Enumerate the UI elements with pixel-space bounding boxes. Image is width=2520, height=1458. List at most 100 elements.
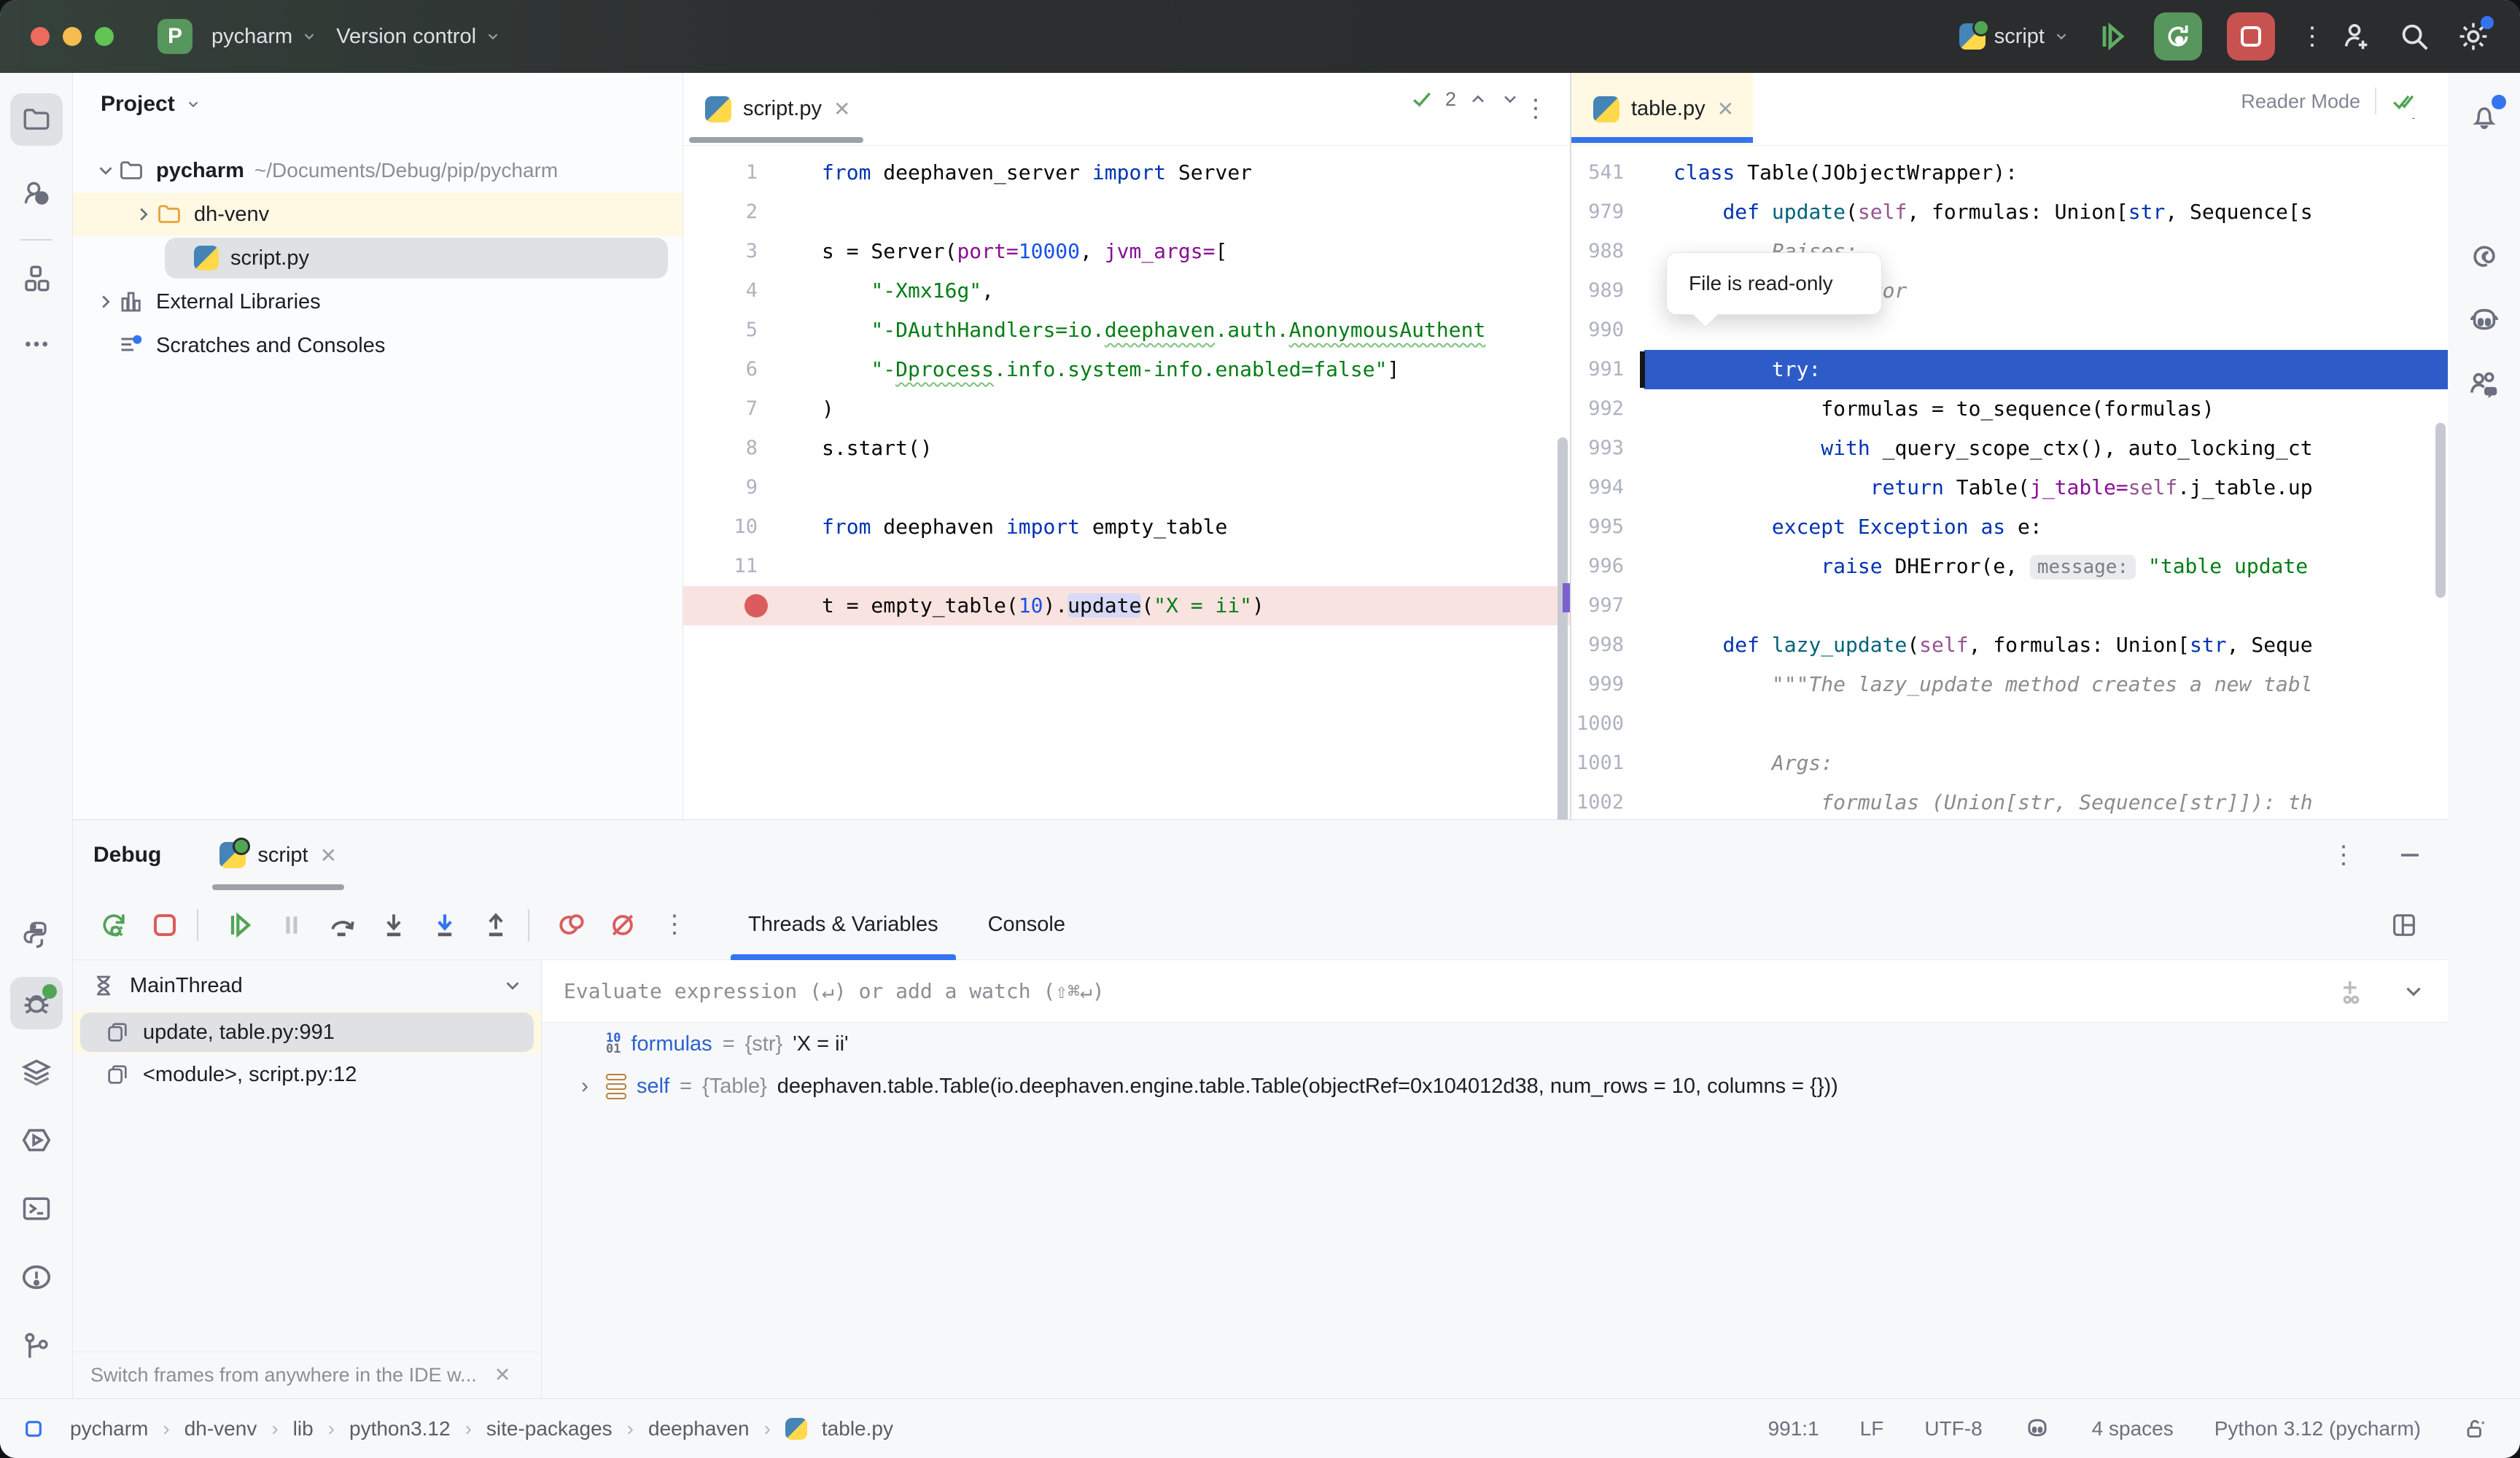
line-number[interactable]: 997 <box>1571 586 1644 625</box>
maximize-window-button[interactable] <box>95 27 114 46</box>
force-step-into-button[interactable] <box>424 905 465 946</box>
evaluate-expression-input[interactable]: Evaluate expression (↵) or add a watch (… <box>542 960 2448 1023</box>
tab-script-py[interactable]: script.py ✕ <box>683 73 869 146</box>
breadcrumb-item[interactable]: deephaven <box>648 1417 750 1441</box>
breadcrumb-item[interactable]: table.py <box>822 1417 893 1441</box>
chevron-down-icon[interactable] <box>2401 979 2426 1004</box>
line-number[interactable]: 1001 <box>1571 744 1644 783</box>
close-session-icon[interactable]: ✕ <box>320 843 337 868</box>
line-number[interactable]: 1 <box>683 153 793 192</box>
more-tools-button[interactable] <box>10 318 63 370</box>
line-number[interactable]: 3 <box>683 232 793 271</box>
expand-chevron-icon[interactable]: › <box>574 1074 596 1099</box>
tree-chevron-icon[interactable] <box>131 203 156 225</box>
line-number[interactable]: 541 <box>1571 153 1644 192</box>
breadcrumb-item[interactable]: lib <box>293 1417 314 1441</box>
breakpoint-icon[interactable] <box>744 594 768 617</box>
pause-program-button[interactable] <box>271 905 312 946</box>
editor-options-menu[interactable]: ⋮ <box>1523 102 1548 116</box>
code-line[interactable]: 10from deephaven import empty_table <box>683 507 1570 547</box>
line-number[interactable]: 996 <box>1571 547 1644 586</box>
code-line[interactable]: 997 <box>1571 586 2448 625</box>
close-tab-icon[interactable]: ✕ <box>833 97 850 121</box>
scrollbar-thumb[interactable] <box>2435 423 2446 598</box>
code-line[interactable]: 6 "-Dprocess.info.system-info.enabled=fa… <box>683 350 1570 389</box>
close-banner-icon[interactable]: ✕ <box>494 1364 511 1387</box>
mute-breakpoints-button[interactable] <box>602 905 643 946</box>
line-number[interactable]: 8 <box>683 429 793 468</box>
readonly-lock-icon[interactable] <box>2462 1416 2488 1442</box>
line-number[interactable]: 7 <box>683 389 793 429</box>
code-line[interactable]: 9 <box>683 468 1570 507</box>
python-console-tool-button[interactable] <box>10 908 63 961</box>
step-over-button[interactable] <box>322 905 363 946</box>
resume-program-button[interactable] <box>220 905 261 946</box>
line-number[interactable]: 979 <box>1571 192 1644 232</box>
line-number[interactable]: 5 <box>683 311 793 350</box>
line-number[interactable]: 4 <box>683 271 793 311</box>
code-line[interactable]: 5 "-DAuthHandlers=io.deephaven.auth.Anon… <box>683 311 1570 350</box>
line-number[interactable]: 994 <box>1571 468 1644 507</box>
line-number[interactable]: 992 <box>1571 389 1644 429</box>
version-control-menu[interactable]: Version control <box>336 25 501 49</box>
problems-tool-button[interactable] <box>10 1251 63 1303</box>
close-tab-icon[interactable]: ✕ <box>1717 97 1734 121</box>
scrollbar-thumb[interactable] <box>1558 437 1568 846</box>
project-tree-row[interactable]: Scratches and Consoles <box>73 324 682 367</box>
code-line[interactable]: 11 <box>683 547 1570 586</box>
file-encoding[interactable]: UTF-8 <box>1924 1417 1982 1441</box>
line-number[interactable]: 999 <box>1571 665 1644 704</box>
stack-frame-row[interactable]: update, table.py:991 <box>73 1011 541 1053</box>
code-line[interactable]: 1002 formulas (Union[str, Sequence[str]]… <box>1571 783 2448 819</box>
more-actions-menu[interactable]: ⋮ <box>2300 30 2314 44</box>
services-tool-button[interactable] <box>10 1045 63 1098</box>
debug-session-tab[interactable]: script ✕ <box>212 820 344 890</box>
stop-debug-button[interactable] <box>144 905 185 946</box>
add-watch-icon[interactable] <box>2338 976 2369 1007</box>
view-breakpoints-button[interactable] <box>551 905 592 946</box>
variable-row[interactable]: 1001formulas = {str}'X = ii' <box>542 1023 2448 1065</box>
line-number[interactable]: 990 <box>1571 311 1644 350</box>
line-number[interactable]: 1000 <box>1571 704 1644 744</box>
learn-tool-button[interactable]: ? <box>10 168 63 220</box>
resume-program-button[interactable] <box>2094 19 2129 54</box>
copilot-status-icon[interactable] <box>2023 1415 2051 1443</box>
step-out-button[interactable] <box>475 905 516 946</box>
code-line[interactable]: 8s.start() <box>683 429 1570 468</box>
code-line[interactable]: 998 def lazy_update(self, formulas: Unio… <box>1571 625 2448 665</box>
code-line[interactable]: 1001 Args: <box>1571 744 2448 783</box>
prev-problem-icon[interactable] <box>1468 89 1488 109</box>
code-line[interactable]: 541class Table(JObjectWrapper): <box>1571 153 2448 192</box>
breadcrumb-item[interactable]: site-packages <box>486 1417 612 1441</box>
code-line[interactable]: 1from deephaven_server import Server <box>683 153 1570 192</box>
stop-button[interactable] <box>2227 12 2275 61</box>
tree-chevron-icon[interactable] <box>93 291 118 313</box>
close-window-button[interactable] <box>31 27 50 46</box>
line-number[interactable]: 998 <box>1571 625 1644 665</box>
line-number[interactable]: 9 <box>683 468 793 507</box>
breadcrumb-item[interactable]: python3.12 <box>349 1417 451 1441</box>
code-line[interactable]: 995 except Exception as e: <box>1571 507 2448 547</box>
code-line[interactable]: 991 try: <box>1571 350 2448 389</box>
rerun-debug-button[interactable] <box>2154 12 2202 61</box>
variable-row[interactable]: ›self = {Table}deephaven.table.Table(io.… <box>542 1065 2448 1107</box>
layout-settings-button[interactable] <box>2389 911 2419 940</box>
code-line[interactable]: 992 formulas = to_sequence(formulas) <box>1571 389 2448 429</box>
debug-options-menu[interactable]: ⋮ <box>2331 849 2346 862</box>
project-tree-row[interactable]: External Libraries <box>73 280 682 324</box>
add-user-button[interactable] <box>2339 20 2373 53</box>
line-number[interactable]: 995 <box>1571 507 1644 547</box>
code-line[interactable]: 996 raise DHError(e, message: "table upd… <box>1571 547 2448 586</box>
version-control-tool-button[interactable] <box>10 1319 63 1372</box>
line-number[interactable]: 1002 <box>1571 783 1644 819</box>
line-number[interactable]: 6 <box>683 350 793 389</box>
project-menu[interactable]: pycharm <box>211 25 317 49</box>
stack-frame-row[interactable]: <module>, script.py:12 <box>73 1053 541 1096</box>
ai-assistant-button[interactable] <box>2458 230 2511 283</box>
caret-position[interactable]: 991:1 <box>1768 1417 1819 1441</box>
code-line[interactable]: 994 return Table(j_table=self.j_table.up <box>1571 468 2448 507</box>
next-problem-icon[interactable] <box>1500 89 1520 109</box>
minimize-window-button[interactable] <box>63 27 82 46</box>
project-panel-header[interactable]: Project <box>73 73 682 117</box>
step-into-button[interactable] <box>373 905 414 946</box>
